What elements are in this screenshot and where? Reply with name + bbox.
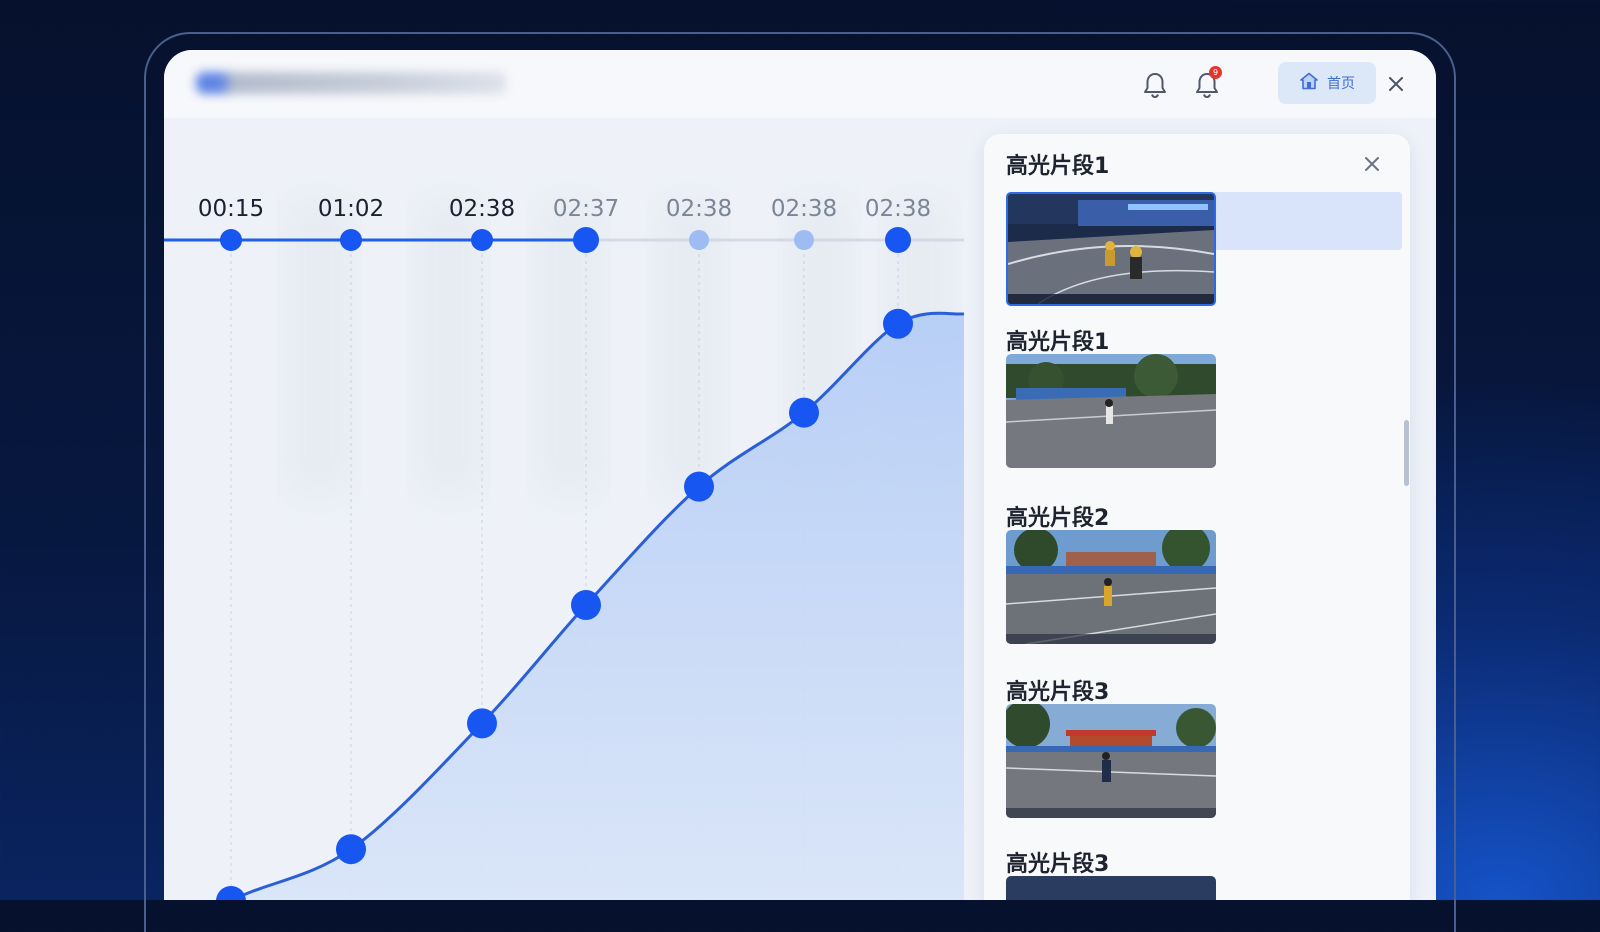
clip-item[interactable]	[1006, 192, 1216, 306]
curve-point[interactable]	[336, 834, 366, 865]
timeline-marker[interactable]	[689, 230, 709, 250]
timeline-time-label: 01:02	[318, 196, 384, 222]
highlight-panel: 高光片段1 高光片段1 高光片段2 高光片段3 高光片段3	[984, 134, 1410, 900]
timeline-marker[interactable]	[573, 227, 599, 253]
clip-item[interactable]: 高光片段3	[1006, 846, 1216, 900]
curve-point[interactable]	[571, 590, 601, 620]
panel-title: 高光片段1	[1006, 154, 1110, 179]
clip-thumbnail[interactable]	[1006, 192, 1216, 306]
bell-icon[interactable]	[1140, 70, 1170, 100]
close-icon[interactable]	[1362, 154, 1382, 174]
timeline-marker[interactable]	[340, 229, 362, 251]
clip-thumbnail[interactable]	[1006, 876, 1216, 900]
curve-point[interactable]	[883, 308, 913, 339]
top-bar: 9 首页	[164, 50, 1436, 118]
clip-label: 高光片段2	[1006, 506, 1110, 531]
clip-item[interactable]: 高光片段3	[1006, 674, 1216, 818]
timeline-time-label: 02:38	[771, 196, 837, 222]
home-icon	[1299, 71, 1319, 95]
timeline-time-label: 02:38	[865, 196, 931, 222]
clip-item[interactable]: 高光片段2	[1006, 500, 1216, 644]
app-window: 9 首页 00:15 01:02 02:38 02:37 02:38 02:38…	[164, 50, 1436, 900]
timeline-marker[interactable]	[220, 229, 242, 251]
home-button[interactable]: 首页	[1278, 62, 1376, 104]
clip-item[interactable]: 高光片段1	[1006, 324, 1216, 468]
clip-thumbnail[interactable]	[1006, 354, 1216, 468]
panel-scrollbar[interactable]	[1404, 420, 1409, 486]
background-blur-column	[654, 198, 724, 498]
notification-badge: 9	[1209, 66, 1222, 79]
clip-label: 高光片段3	[1006, 680, 1110, 705]
home-label: 首页	[1327, 76, 1355, 92]
close-icon[interactable]	[1386, 74, 1406, 94]
curve-point[interactable]	[789, 397, 819, 428]
timeline-time-label: 00:15	[198, 196, 264, 222]
timeline-marker[interactable]	[885, 227, 911, 253]
timeline-marker[interactable]	[794, 230, 814, 250]
curve-point[interactable]	[216, 886, 246, 900]
clip-label: 高光片段3	[1006, 852, 1110, 877]
curve-point[interactable]	[684, 471, 714, 502]
timeline-time-label: 02:37	[553, 196, 619, 222]
timeline-time-label: 02:38	[666, 196, 732, 222]
curve-point[interactable]	[467, 708, 497, 739]
bell-alert-icon[interactable]: 9	[1192, 66, 1222, 100]
clip-thumbnail[interactable]	[1006, 704, 1216, 818]
clip-thumbnail[interactable]	[1006, 530, 1216, 644]
clip-label: 高光片段1	[1006, 330, 1110, 355]
timeline-time-label: 02:38	[449, 196, 515, 222]
timeline-marker[interactable]	[471, 229, 493, 251]
app-title-blurred	[196, 72, 506, 94]
